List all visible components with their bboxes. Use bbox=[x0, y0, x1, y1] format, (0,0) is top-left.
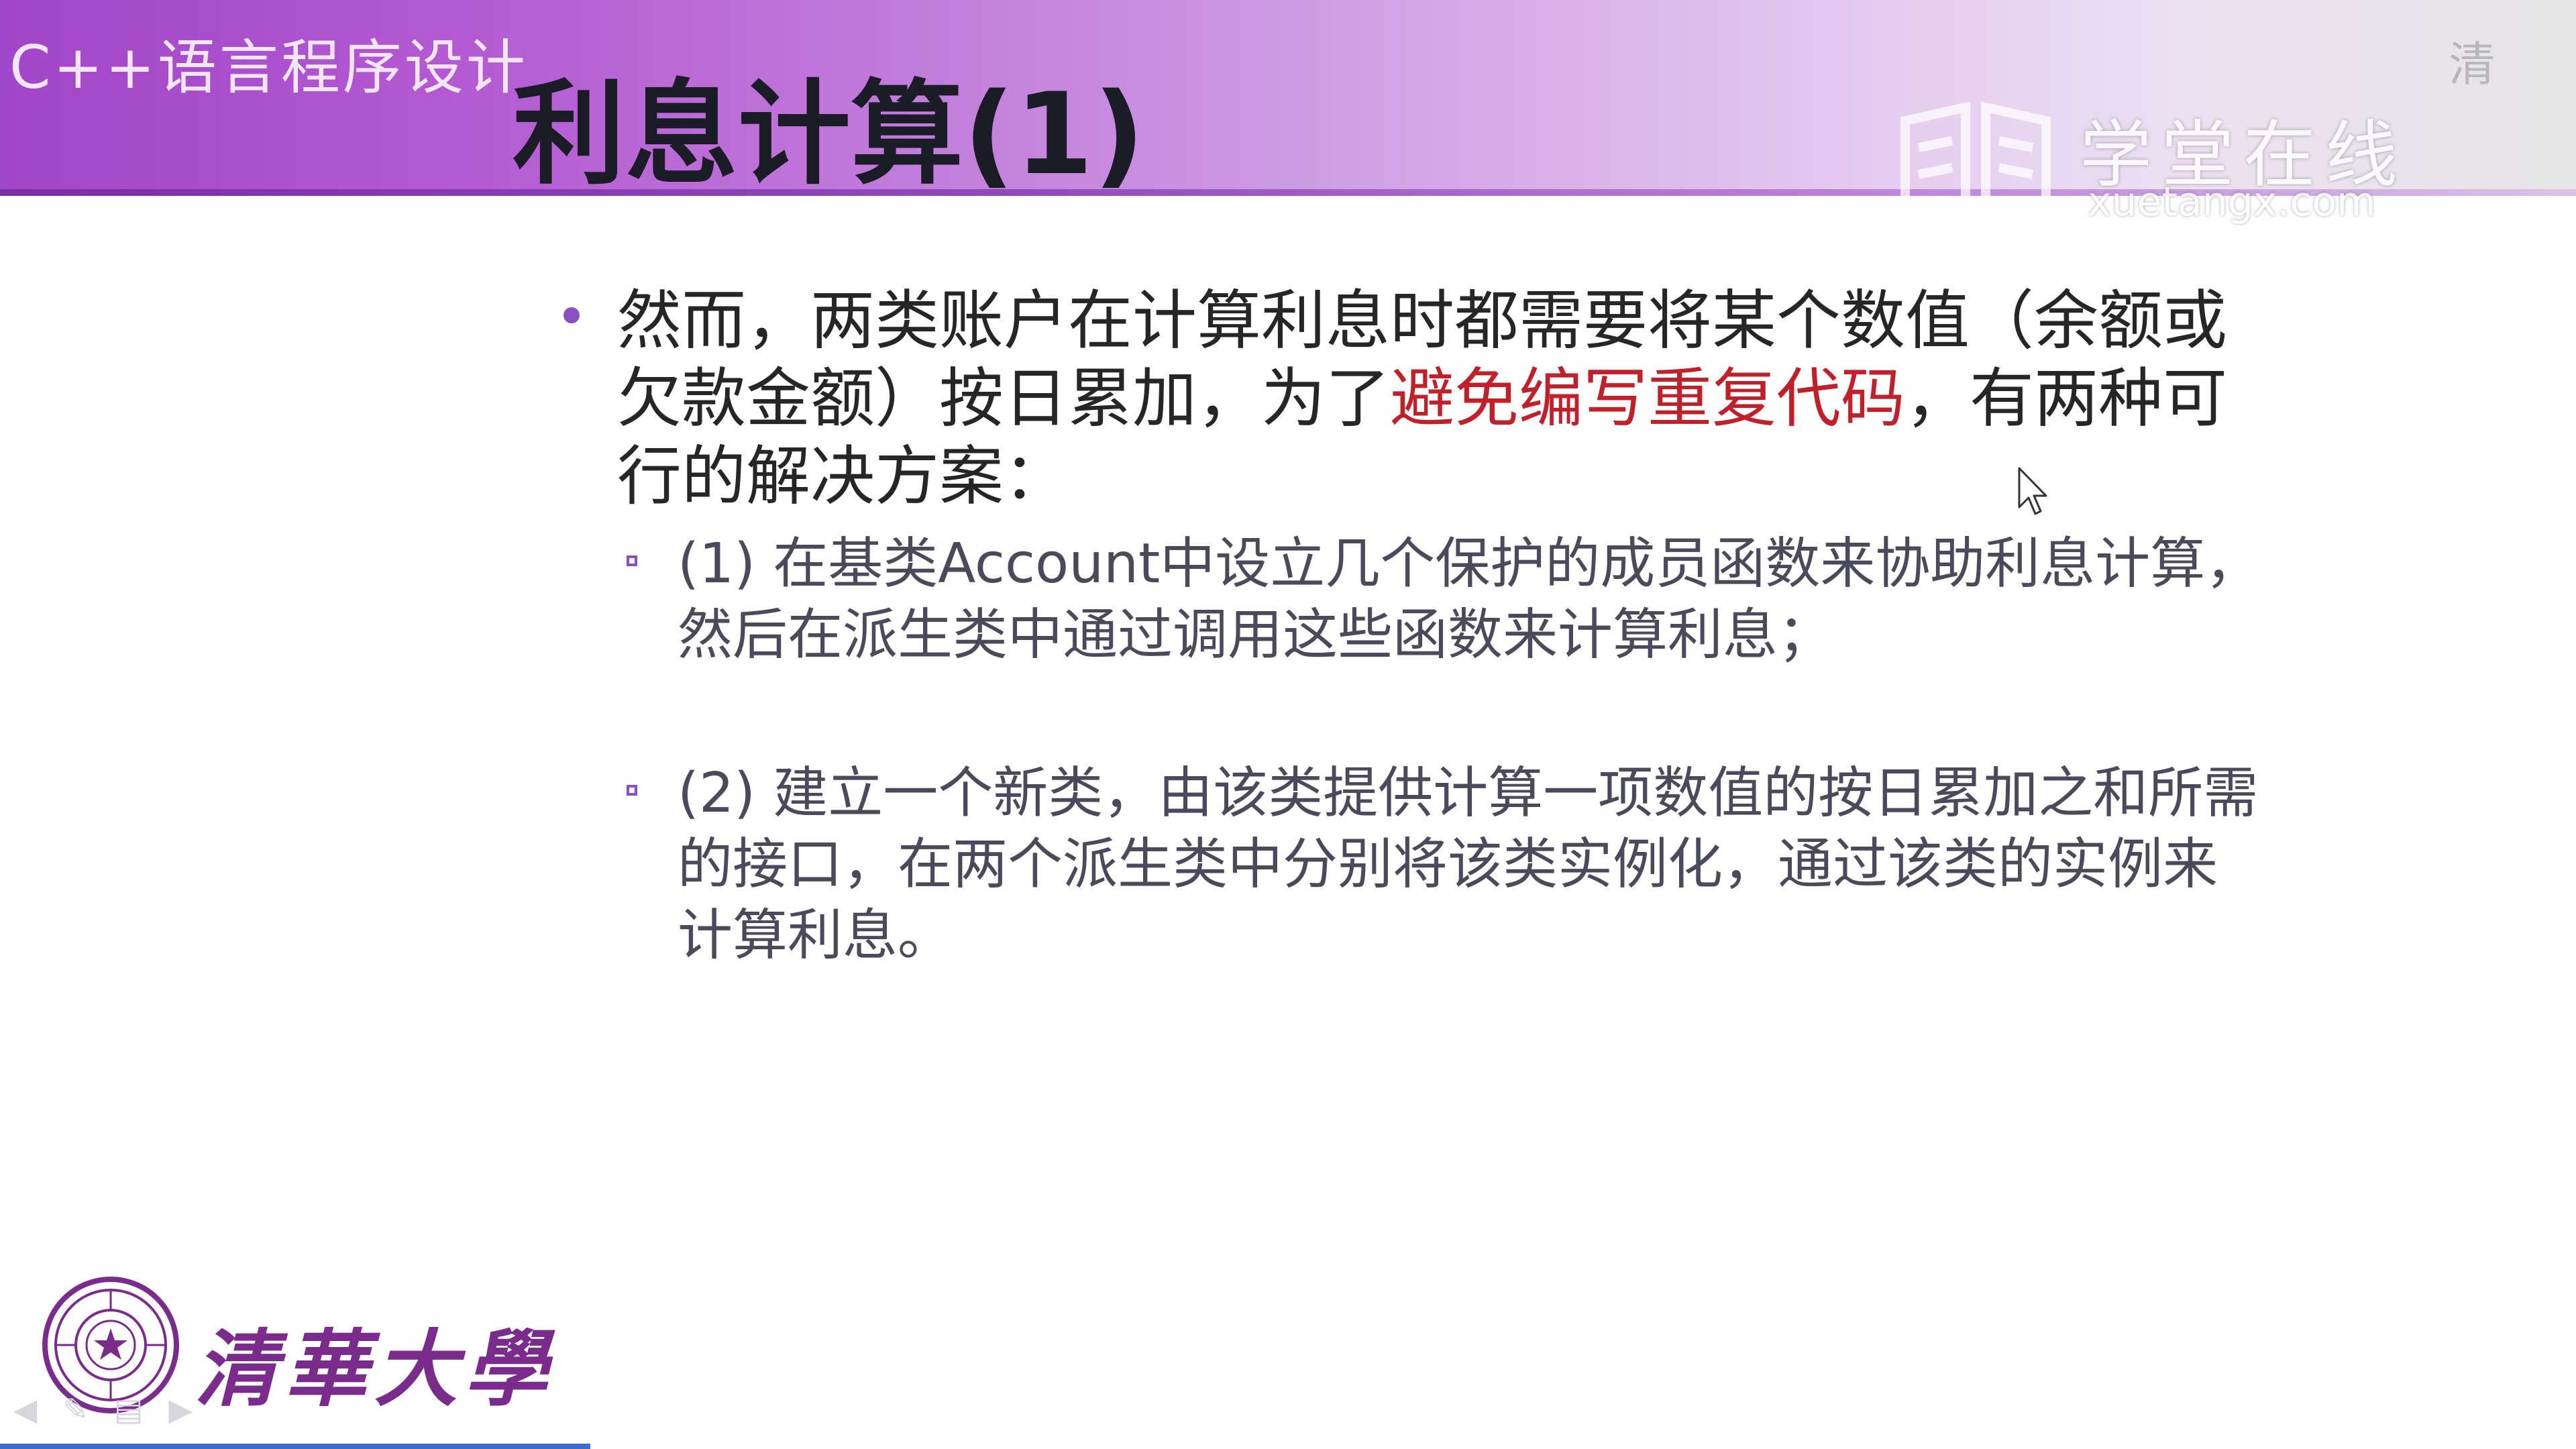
slide-content: 然而，两类账户在计算利息时都需要将某个数值（余额或欠款金额）按日累加，为了避免编… bbox=[557, 282, 2261, 971]
watermark-brand-en: xuetangx.com bbox=[2088, 178, 2376, 225]
sub-bullet-2: (2) 建立一个新类，由该类提供计算一项数值的按日累加之和所需的接口，在两个派生… bbox=[557, 758, 2261, 971]
square-bullet-icon bbox=[627, 555, 637, 566]
sub-bullet-1-text: (1) 在基类Account中设立几个保护的成员函数来协助利息计算，然后在派生类… bbox=[678, 532, 2261, 667]
slide-nav-controls[interactable]: ◀✎▤▶ bbox=[13, 1391, 218, 1428]
slide-title: 利息计算(1) bbox=[513, 68, 1145, 200]
forward-arrow-icon[interactable]: ▶ bbox=[168, 1391, 217, 1428]
book-logo-icon bbox=[1900, 101, 2051, 227]
main-bullet: 然而，两类账户在计算利息时都需要将某个数值（余额或欠款金额）按日累加，为了避免编… bbox=[557, 282, 2261, 515]
square-bullet-icon bbox=[627, 785, 637, 796]
course-title: C++语言程序设计 bbox=[9, 33, 528, 102]
university-name: 清華大學 bbox=[195, 1321, 555, 1418]
slide: C++语言程序设计 利息计算(1) 清 学堂在线 xuetangx.com 然而… bbox=[0, 0, 2576, 1449]
bullet-dot-icon bbox=[564, 307, 580, 323]
sub-bullet-2-text: (2) 建立一个新类，由该类提供计算一项数值的按日累加之和所需的接口，在两个派生… bbox=[678, 761, 2259, 967]
sub-bullet-1: (1) 在基类Account中设立几个保护的成员函数来协助利息计算，然后在派生类… bbox=[557, 529, 2261, 671]
watermark-corner-text: 清 bbox=[2449, 37, 2496, 92]
pen-icon[interactable]: ✎ bbox=[62, 1391, 114, 1428]
progress-bar bbox=[0, 1444, 590, 1449]
menu-icon[interactable]: ▤ bbox=[114, 1391, 168, 1428]
mouse-cursor-icon bbox=[2018, 467, 2047, 515]
main-bullet-highlight: 避免编写重复代码 bbox=[1390, 361, 1905, 436]
back-arrow-icon[interactable]: ◀ bbox=[13, 1391, 62, 1428]
xuetangx-watermark: 学堂在线 xuetangx.com bbox=[1898, 94, 2435, 235]
